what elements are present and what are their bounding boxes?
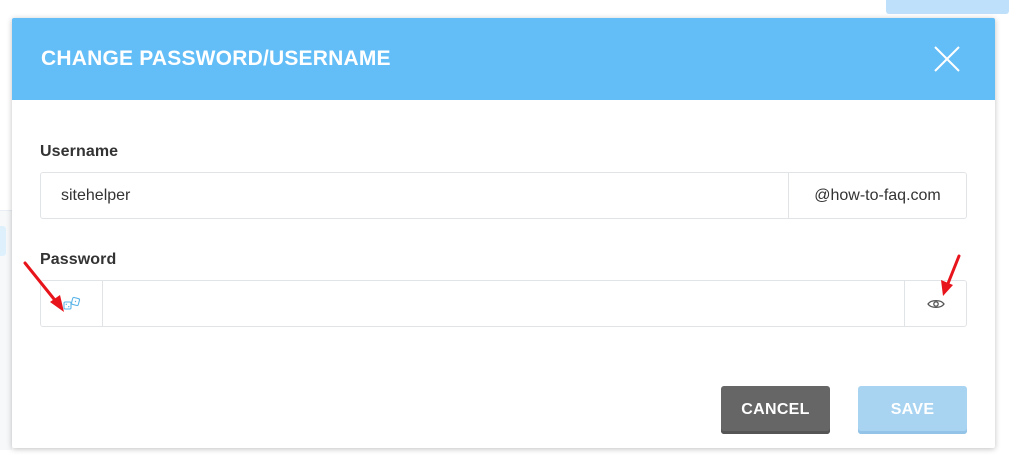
eye-icon: [926, 299, 945, 308]
change-credentials-modal: CHANGE PASSWORD/USERNAME Username @how-t…: [12, 18, 995, 448]
modal-footer: CANCEL SAVE: [721, 386, 967, 434]
cancel-button[interactable]: CANCEL: [721, 386, 830, 434]
password-input[interactable]: [103, 281, 904, 326]
save-button[interactable]: SAVE: [858, 386, 967, 434]
username-label: Username: [40, 143, 119, 160]
modal-title: CHANGE PASSWORD/USERNAME: [41, 47, 391, 70]
close-icon: [934, 46, 960, 72]
modal-body: Username @how-to-faq.com Password: [12, 143, 995, 327]
dice-icon: [62, 296, 80, 310]
password-input-group: [40, 280, 967, 327]
generate-password-button[interactable]: [41, 281, 103, 326]
modal-header: CHANGE PASSWORD/USERNAME: [12, 18, 995, 100]
username-input-group: @how-to-faq.com: [40, 172, 967, 219]
background-button: [886, 0, 1009, 14]
toggle-password-visibility-button[interactable]: [904, 281, 966, 326]
username-input[interactable]: [41, 173, 788, 218]
background-tab: [0, 226, 6, 256]
close-button[interactable]: [933, 45, 961, 73]
password-label: Password: [40, 251, 117, 268]
domain-suffix: @how-to-faq.com: [788, 173, 966, 218]
